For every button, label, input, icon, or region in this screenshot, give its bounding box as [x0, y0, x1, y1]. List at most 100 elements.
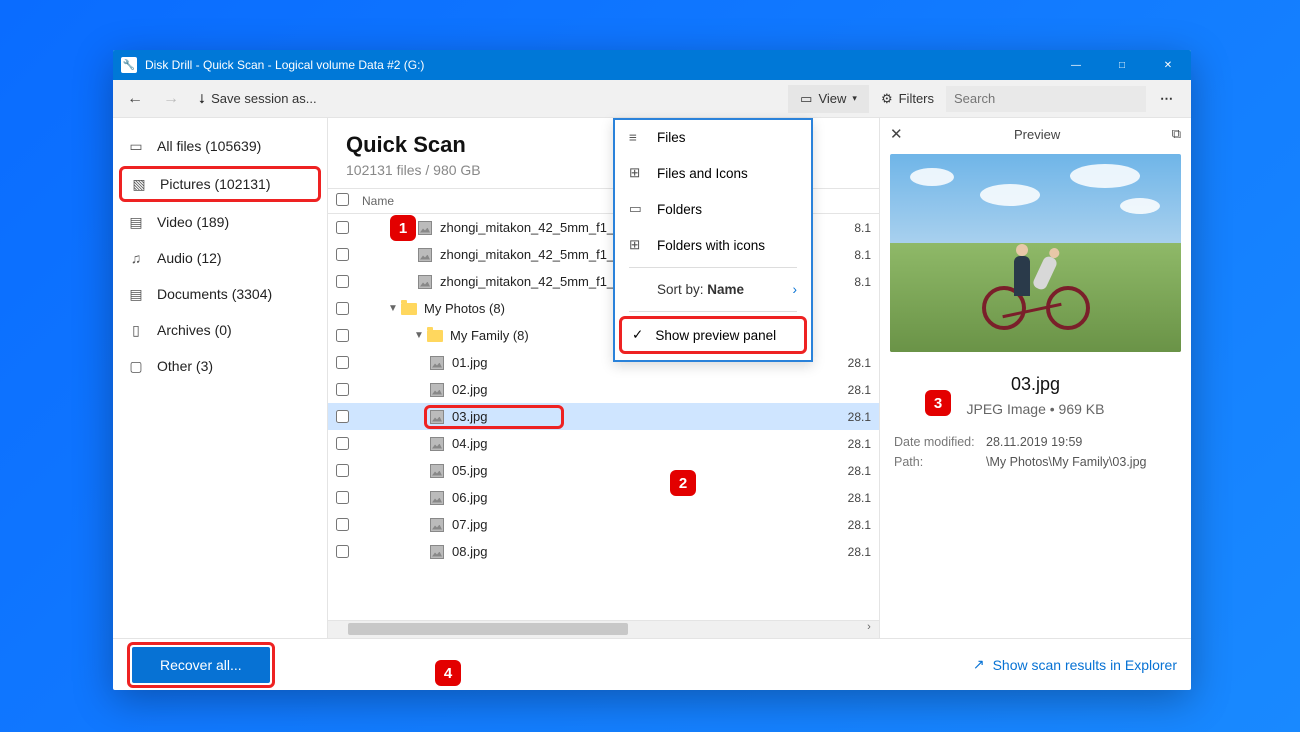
- image-file-icon: [428, 355, 446, 371]
- copy-icon[interactable]: ⧉: [1172, 126, 1181, 142]
- file-row[interactable]: 06.jpg28.1: [328, 484, 879, 511]
- file-row[interactable]: 07.jpg28.1: [328, 511, 879, 538]
- image-icon: ▧: [130, 176, 148, 192]
- sort-by-button[interactable]: Sort by: Name ›: [615, 272, 811, 307]
- sidebar-item-all[interactable]: ▭All files (105639): [113, 128, 327, 164]
- sidebar-item-archives[interactable]: ▯Archives (0): [113, 312, 327, 348]
- expand-icon[interactable]: ▼: [412, 330, 426, 341]
- music-icon: ♫: [127, 250, 145, 266]
- list-icon: ≡: [629, 130, 645, 145]
- view-option-folders-icons[interactable]: ⊞Folders with icons: [615, 227, 811, 263]
- row-checkbox[interactable]: [336, 491, 349, 504]
- more-button[interactable]: ⋯: [1150, 91, 1185, 107]
- image-file-icon: [428, 409, 446, 425]
- filters-label: Filters: [899, 91, 934, 106]
- file-name: 06.jpg: [452, 490, 839, 505]
- chevron-right-icon: ›: [793, 282, 798, 297]
- scrollbar-thumb[interactable]: [348, 623, 628, 635]
- file-row[interactable]: 02.jpg28.1: [328, 376, 879, 403]
- show-preview-panel-toggle[interactable]: ✓ Show preview panel: [619, 316, 807, 354]
- image-file-icon: [428, 382, 446, 398]
- image-file-icon: [428, 544, 446, 560]
- row-checkbox[interactable]: [336, 464, 349, 477]
- footer: Recover all... ↗ Show scan results in Ex…: [113, 638, 1191, 690]
- show-in-explorer-link[interactable]: ↗ Show scan results in Explorer: [973, 656, 1177, 673]
- recover-highlight: Recover all...: [127, 642, 275, 688]
- row-checkbox[interactable]: [336, 383, 349, 396]
- file-row[interactable]: 08.jpg28.1: [328, 538, 879, 565]
- row-checkbox[interactable]: [336, 248, 349, 261]
- maximize-button[interactable]: □: [1099, 50, 1145, 80]
- toolbar: ← → ⭣ Save session as... ▭ View ▾ ⚙ Filt…: [113, 80, 1191, 118]
- save-session-label: Save session as...: [211, 91, 317, 106]
- row-checkbox[interactable]: [336, 518, 349, 531]
- view-option-folders[interactable]: ▭Folders: [615, 191, 811, 227]
- file-row[interactable]: 05.jpg28.1: [328, 457, 879, 484]
- row-checkbox[interactable]: [336, 437, 349, 450]
- close-preview-button[interactable]: ✕: [890, 125, 903, 143]
- view-option-files[interactable]: ≡Files: [615, 120, 811, 155]
- sidebar: ▭All files (105639) ▧Pictures (102131) ▤…: [113, 118, 328, 638]
- row-checkbox[interactable]: [336, 410, 349, 423]
- view-dropdown-button[interactable]: ▭ View ▾: [788, 85, 869, 113]
- file-name: 07.jpg: [452, 517, 839, 532]
- view-dropdown-menu: ≡Files ⊞Files and Icons ▭Folders ⊞Folder…: [613, 118, 813, 362]
- window-title: Disk Drill - Quick Scan - Logical volume…: [145, 58, 1053, 72]
- filters-button[interactable]: ⚙ Filters: [873, 87, 942, 111]
- file-date: 28.1: [839, 356, 879, 370]
- image-file-icon: [428, 490, 446, 506]
- chevron-down-icon: ▾: [852, 93, 857, 104]
- horizontal-scrollbar[interactable]: ›: [328, 620, 879, 638]
- image-file-icon: [416, 220, 434, 236]
- sliders-icon: ⚙: [881, 91, 893, 107]
- sidebar-item-other[interactable]: ▢Other (3): [113, 348, 327, 384]
- file-date: 28.1: [839, 518, 879, 532]
- view-option-files-icons[interactable]: ⊞Files and Icons: [615, 155, 811, 191]
- main-panel: Quick Scan 102131 files / 980 GB Name ˄ …: [328, 118, 879, 638]
- file-date: 28.1: [839, 437, 879, 451]
- list-icons-icon: ⊞: [629, 165, 645, 181]
- file-date: 8.1: [839, 248, 879, 262]
- recover-all-button[interactable]: Recover all...: [132, 647, 270, 683]
- preview-metadata: Date modified:28.11.2019 19:59 Path:\My …: [880, 417, 1191, 475]
- file-date: 28.1: [839, 383, 879, 397]
- minimize-button[interactable]: —: [1053, 50, 1099, 80]
- file-name: 05.jpg: [452, 463, 839, 478]
- image-file-icon: [428, 463, 446, 479]
- stack-icon: ▭: [127, 138, 145, 154]
- folder-grid-icon: ⊞: [629, 237, 645, 253]
- row-checkbox[interactable]: [336, 221, 349, 234]
- search-input[interactable]: [946, 86, 1146, 112]
- file-name: 03.jpg: [452, 409, 839, 424]
- preview-title: Preview: [1014, 127, 1060, 142]
- file-row[interactable]: 04.jpg28.1: [328, 430, 879, 457]
- image-file-icon: [428, 517, 446, 533]
- file-date: 28.1: [839, 410, 879, 424]
- folder-icon: [400, 301, 418, 317]
- annotation-badge-2: 2: [670, 470, 696, 496]
- back-button[interactable]: ←: [119, 86, 151, 112]
- save-session-button[interactable]: ⭣ Save session as...: [191, 87, 325, 111]
- row-checkbox[interactable]: [336, 302, 349, 315]
- sidebar-item-audio[interactable]: ♫Audio (12): [113, 240, 327, 276]
- file-date: 28.1: [839, 464, 879, 478]
- select-all-checkbox[interactable]: [336, 193, 349, 206]
- row-checkbox[interactable]: [336, 329, 349, 342]
- close-button[interactable]: ✕: [1145, 50, 1191, 80]
- sidebar-item-video[interactable]: ▤Video (189): [113, 204, 327, 240]
- document-icon: ▤: [127, 286, 145, 302]
- row-checkbox[interactable]: [336, 356, 349, 369]
- sidebar-item-documents[interactable]: ▤Documents (3304): [113, 276, 327, 312]
- scroll-right-icon[interactable]: ›: [861, 621, 877, 633]
- file-row[interactable]: 03.jpg28.1: [328, 403, 879, 430]
- file-name: 08.jpg: [452, 544, 839, 559]
- row-checkbox[interactable]: [336, 275, 349, 288]
- folder-icon: ▭: [800, 91, 812, 107]
- expand-icon[interactable]: ▼: [386, 303, 400, 314]
- row-checkbox[interactable]: [336, 545, 349, 558]
- check-icon: ✓: [632, 327, 643, 343]
- forward-button[interactable]: →: [155, 86, 187, 112]
- archive-icon: ▯: [127, 322, 145, 338]
- sidebar-item-pictures[interactable]: ▧Pictures (102131): [119, 166, 321, 202]
- file-date: 8.1: [839, 275, 879, 289]
